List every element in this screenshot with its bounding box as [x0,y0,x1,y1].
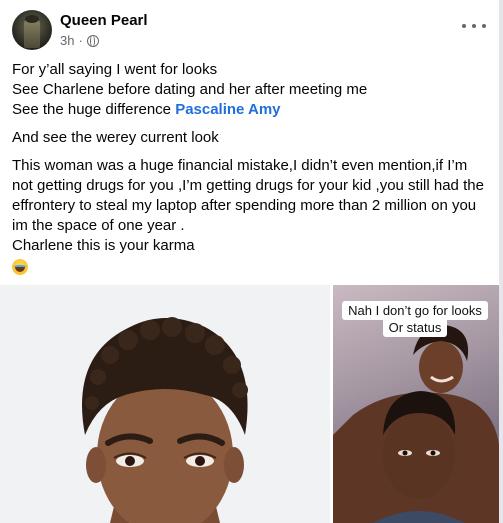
text-paragraph: And see the werey current look [12,129,219,146]
author-avatar[interactable] [12,10,52,50]
avatar-hat [25,15,39,23]
post-photo-left[interactable] [0,285,330,523]
more-dot-icon [472,24,476,28]
more-dot-icon [482,24,486,28]
more-options-button[interactable] [462,18,486,34]
mention-link[interactable]: Pascaline Amy [175,101,280,118]
globe-icon[interactable] [86,34,99,47]
scrollbar-track[interactable] [499,0,503,523]
facebook-post: Queen Pearl 3h · For y’all saying I went… [0,0,503,523]
portrait-illustration [82,317,248,523]
author-name[interactable]: Queen Pearl [60,12,148,29]
emoji-line [12,256,492,276]
post-header: Queen Pearl 3h · [12,10,492,52]
text-line: For y’all saying I went for looks [12,61,218,78]
text-paragraph: This woman was a huge financial mistake,… [12,157,484,234]
post-text: For y’all saying I went for looks See Ch… [12,60,492,276]
caption-line: Or status [382,318,448,337]
text-line: See the huge difference [12,101,176,118]
more-dot-icon [462,24,466,28]
meta-separator: · [78,33,83,48]
tears-of-joy-emoji-icon [12,259,28,276]
text-line: See Charlene before dating and her after… [12,81,368,98]
text-paragraph: Charlene this is your karma [12,237,195,254]
text-line-with-mention: See the huge difference Pascaline Amy [12,100,492,120]
post-time[interactable]: 3h [60,33,74,48]
photo-caption: Nah I don’t go for looks Or status [341,301,489,337]
post-meta: 3h · [60,33,99,48]
post-photo-right[interactable]: Nah I don’t go for looks Or status [333,285,499,523]
